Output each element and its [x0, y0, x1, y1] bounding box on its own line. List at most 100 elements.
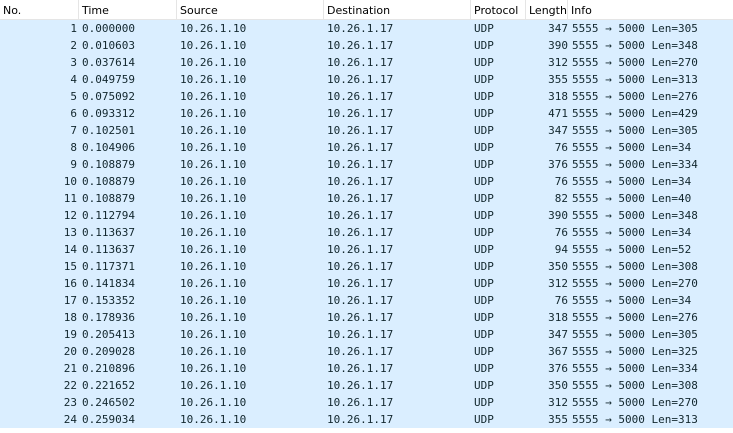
packet-no: 18	[63, 311, 77, 324]
packet-no: 6	[70, 107, 77, 120]
packet-time: 0.112794	[82, 209, 135, 222]
packet-row[interactable]: 12 0.112794 10.26.1.10 10.26.1.17 UDP 390 5555…	[0, 207, 733, 224]
packet-time: 0.049759	[82, 73, 135, 86]
packet-info: 5555 → 5000 Len=270	[572, 396, 698, 409]
packet-source: 10.26.1.10	[180, 107, 247, 120]
packet-protocol: UDP	[474, 158, 494, 171]
packet-row[interactable]: 13 0.113637 10.26.1.10 10.26.1.17 UDP 76 5555 …	[0, 224, 733, 241]
packet-info: 5555 → 5000 Len=305	[572, 22, 698, 35]
packet-info: 5555 → 5000 Len=334	[572, 362, 698, 375]
packet-length: 318	[548, 311, 568, 324]
packet-row[interactable]: 19 0.205413 10.26.1.10 10.26.1.17 UDP 347 5555…	[0, 326, 733, 343]
packet-row[interactable]: 18 0.178936 10.26.1.10 10.26.1.17 UDP 318 5555…	[0, 309, 733, 326]
packet-length: 355	[548, 413, 568, 426]
column-header-destination[interactable]: Destination	[324, 0, 471, 20]
packet-time: 0.075092	[82, 90, 135, 103]
packet-protocol: UDP	[474, 345, 494, 358]
packet-row[interactable]: 8 0.104906 10.26.1.10 10.26.1.17 UDP 76 5555 →…	[0, 139, 733, 156]
packet-no: 21	[63, 362, 77, 375]
packet-source: 10.26.1.10	[180, 243, 247, 256]
packet-protocol: UDP	[474, 39, 494, 52]
packet-time: 0.037614	[82, 56, 135, 69]
packet-info: 5555 → 5000 Len=34	[572, 141, 692, 154]
packet-no: 13	[63, 226, 77, 239]
packet-row[interactable]: 21 0.210896 10.26.1.10 10.26.1.17 UDP 376 5555…	[0, 360, 733, 377]
packet-time: 0.113637	[82, 226, 135, 239]
packet-row[interactable]: 23 0.246502 10.26.1.10 10.26.1.17 UDP 312 5555…	[0, 394, 733, 411]
packet-no: 17	[63, 294, 77, 307]
packet-source: 10.26.1.10	[180, 175, 247, 188]
packet-no: 4	[70, 73, 77, 86]
packet-info: 5555 → 5000 Len=276	[572, 311, 698, 324]
packet-protocol: UDP	[474, 243, 494, 256]
packet-destination: 10.26.1.17	[327, 73, 394, 86]
packet-length: 376	[548, 362, 568, 375]
packet-protocol: UDP	[474, 294, 494, 307]
packet-row[interactable]: 14 0.113637 10.26.1.10 10.26.1.17 UDP 94 5555 …	[0, 241, 733, 258]
packet-row[interactable]: 10 0.108879 10.26.1.10 10.26.1.17 UDP 76 5555 …	[0, 173, 733, 190]
packet-protocol: UDP	[474, 277, 494, 290]
packet-length: 347	[548, 124, 568, 137]
packet-time: 0.221652	[82, 379, 135, 392]
packet-length: 367	[548, 345, 568, 358]
packet-source: 10.26.1.10	[180, 22, 247, 35]
packet-info: 5555 → 5000 Len=34	[572, 294, 692, 307]
packet-row[interactable]: 22 0.221652 10.26.1.10 10.26.1.17 UDP 350 5555…	[0, 377, 733, 394]
packet-row[interactable]: 1 0.000000 10.26.1.10 10.26.1.17 UDP 347 5555 …	[0, 20, 733, 37]
packet-row[interactable]: 15 0.117371 10.26.1.10 10.26.1.17 UDP 350 5555…	[0, 258, 733, 275]
packet-destination: 10.26.1.17	[327, 311, 394, 324]
packet-info: 5555 → 5000 Len=270	[572, 277, 698, 290]
packet-time: 0.108879	[82, 175, 135, 188]
packet-info: 5555 → 5000 Len=313	[572, 73, 698, 86]
packet-destination: 10.26.1.17	[327, 141, 394, 154]
packet-row[interactable]: 20 0.209028 10.26.1.10 10.26.1.17 UDP 367 5555…	[0, 343, 733, 360]
packet-info: 5555 → 5000 Len=348	[572, 209, 698, 222]
packet-length: 350	[548, 260, 568, 273]
packet-row[interactable]: 4 0.049759 10.26.1.10 10.26.1.17 UDP 355 5555 …	[0, 71, 733, 88]
packet-protocol: UDP	[474, 260, 494, 273]
packet-time: 0.108879	[82, 158, 135, 171]
packet-row[interactable]: 5 0.075092 10.26.1.10 10.26.1.17 UDP 318 5555 …	[0, 88, 733, 105]
packet-row[interactable]: 6 0.093312 10.26.1.10 10.26.1.17 UDP 471 5555 …	[0, 105, 733, 122]
packet-destination: 10.26.1.17	[327, 124, 394, 137]
column-header-source[interactable]: Source	[177, 0, 324, 20]
packet-destination: 10.26.1.17	[327, 158, 394, 171]
packet-source: 10.26.1.10	[180, 379, 247, 392]
packet-row[interactable]: 17 0.153352 10.26.1.10 10.26.1.17 UDP 76 5555 …	[0, 292, 733, 309]
packet-row[interactable]: 16 0.141834 10.26.1.10 10.26.1.17 UDP 312 5555…	[0, 275, 733, 292]
packet-no: 24	[63, 413, 77, 426]
column-header-protocol[interactable]: Protocol	[471, 0, 526, 20]
packet-source: 10.26.1.10	[180, 277, 247, 290]
packet-length: 390	[548, 39, 568, 52]
packet-source: 10.26.1.10	[180, 141, 247, 154]
packet-source: 10.26.1.10	[180, 39, 247, 52]
packet-destination: 10.26.1.17	[327, 90, 394, 103]
packet-protocol: UDP	[474, 396, 494, 409]
packet-row[interactable]: 24 0.259034 10.26.1.10 10.26.1.17 UDP 355 5555…	[0, 411, 733, 428]
packet-row[interactable]: 11 0.108879 10.26.1.10 10.26.1.17 UDP 82 5555 …	[0, 190, 733, 207]
packet-length: 347	[548, 328, 568, 341]
packet-rows: 1 0.000000 10.26.1.10 10.26.1.17 UDP 347 5555 …	[0, 20, 733, 428]
packet-row[interactable]: 2 0.010603 10.26.1.10 10.26.1.17 UDP 390 5555 …	[0, 37, 733, 54]
packet-destination: 10.26.1.17	[327, 328, 394, 341]
packet-source: 10.26.1.10	[180, 192, 247, 205]
packet-row[interactable]: 9 0.108879 10.26.1.10 10.26.1.17 UDP 376 5555 …	[0, 156, 733, 173]
packet-length: 312	[548, 277, 568, 290]
packet-protocol: UDP	[474, 90, 494, 103]
packet-no: 11	[63, 192, 77, 205]
packet-source: 10.26.1.10	[180, 73, 247, 86]
packet-row[interactable]: 7 0.102501 10.26.1.10 10.26.1.17 UDP 347 5555 …	[0, 122, 733, 139]
packet-info: 5555 → 5000 Len=429	[572, 107, 698, 120]
packet-info: 5555 → 5000 Len=308	[572, 260, 698, 273]
packet-length: 82	[554, 192, 568, 205]
packet-protocol: UDP	[474, 141, 494, 154]
column-header-time[interactable]: Time	[79, 0, 177, 20]
packet-row[interactable]: 3 0.037614 10.26.1.10 10.26.1.17 UDP 312 5555 …	[0, 54, 733, 71]
packet-info: 5555 → 5000 Len=325	[572, 345, 698, 358]
column-header-info[interactable]: Info	[568, 0, 733, 20]
packet-destination: 10.26.1.17	[327, 294, 394, 307]
column-header-length[interactable]: Length	[526, 0, 568, 20]
packet-length: 347	[548, 22, 568, 35]
column-header-no[interactable]: No.	[0, 0, 79, 20]
packet-source: 10.26.1.10	[180, 260, 247, 273]
